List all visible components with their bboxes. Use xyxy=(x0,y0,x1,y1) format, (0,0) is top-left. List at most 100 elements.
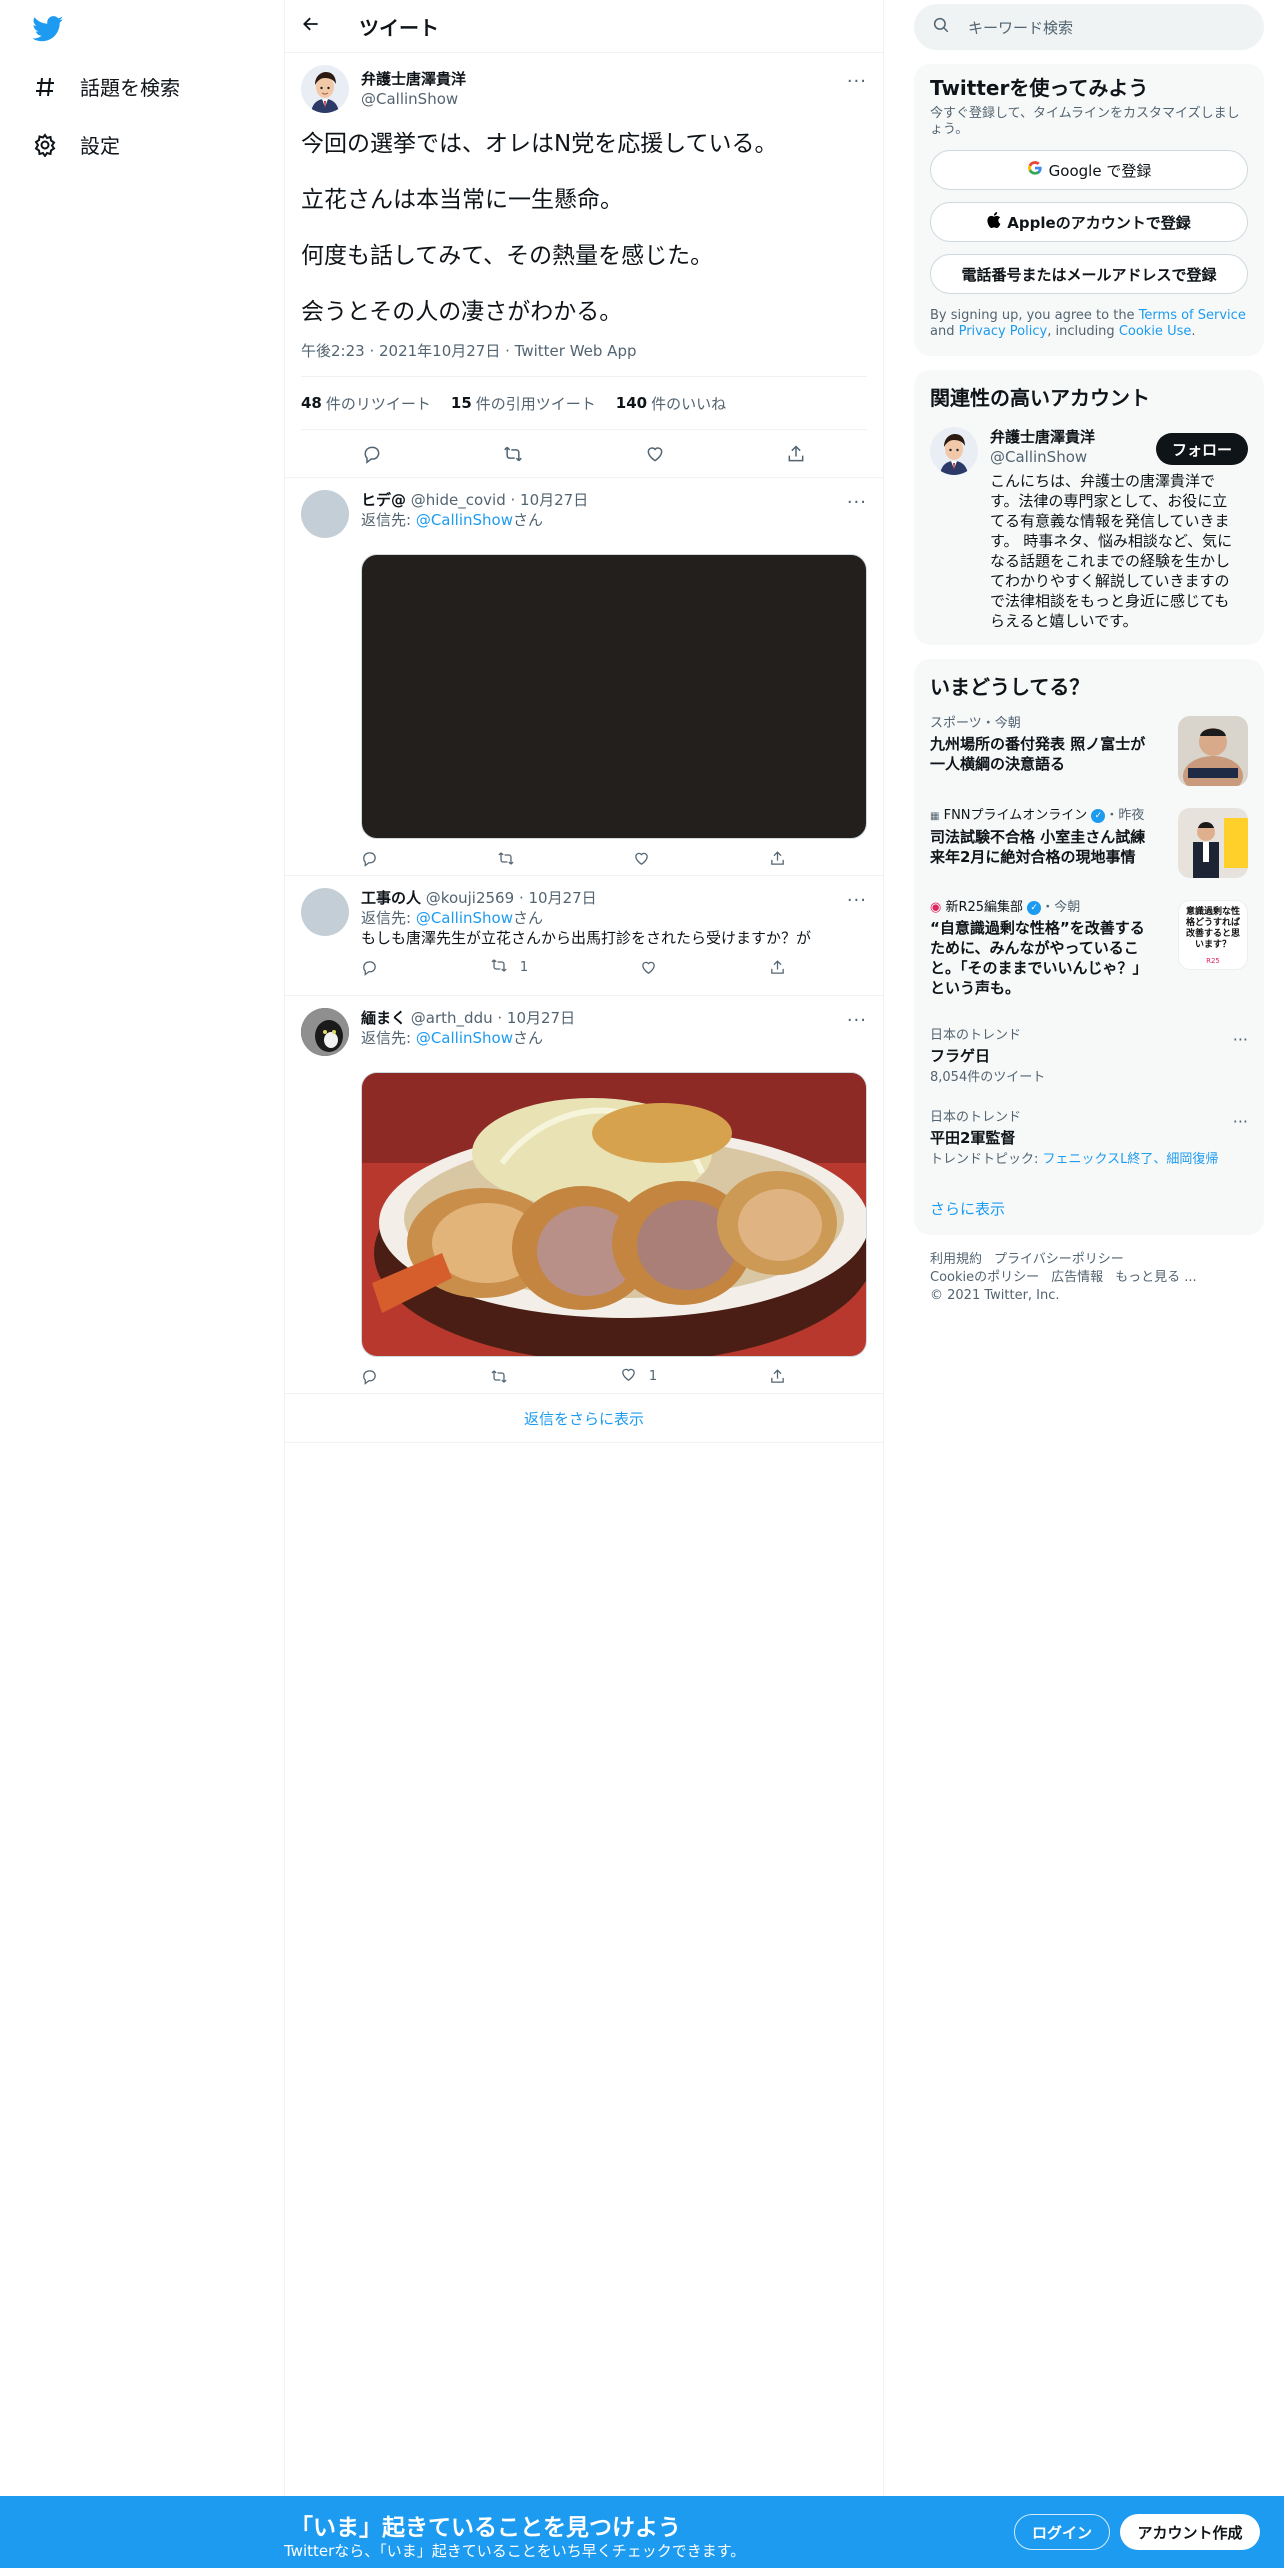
trends-title: いまどうしてる？ xyxy=(930,675,1090,699)
page-title: ツイート xyxy=(359,15,439,40)
reply-to-handle-link[interactable]: @CallinShow xyxy=(416,909,513,927)
more-options-icon[interactable]: ··· xyxy=(847,890,867,911)
reply-tweet[interactable]: ··· 工事の人 @kouji2569 · 10月27日 返信先: @Calli… xyxy=(285,876,883,996)
footer-more-link[interactable]: もっと見る ... xyxy=(1115,1270,1197,1285)
related-account[interactable]: 弁護士唐澤貴洋 @CallinShow こんにちは、弁護士の唐澤貴洋です。法律の… xyxy=(930,427,1248,631)
back-arrow-icon[interactable] xyxy=(301,14,331,39)
trend-text: 九州場所の番付発表 照ノ富士が一人横綱の決意語る xyxy=(930,735,1146,773)
share-icon[interactable] xyxy=(769,850,786,867)
share-icon[interactable] xyxy=(769,1368,786,1385)
trend-topic-link[interactable]: フェニックスL終了、細岡復帰 xyxy=(1043,1152,1219,1167)
trend-item[interactable]: ▦ FNNプライムオンライン ✓ ・昨夜 司法試験不合格 小室圭さん試練 来年2月… xyxy=(914,798,1264,890)
reply-media-image[interactable] xyxy=(361,1072,867,1357)
reply-author-name[interactable]: 緬まく xyxy=(361,1009,406,1027)
terms-link[interactable]: Terms of Service xyxy=(1139,308,1246,323)
retweet-icon[interactable] xyxy=(493,434,533,474)
reply-date[interactable]: 10月27日 xyxy=(520,491,588,509)
trend-item[interactable]: ◉ 新R25編集部 ✓ ・今朝 “自意識過剰な性格”を改善するために、みんながやっ… xyxy=(914,890,1264,1018)
related-title: 関連性の高いアカウント xyxy=(930,386,1150,410)
more-options-icon[interactable]: ··· xyxy=(847,1010,867,1031)
reply-author-handle[interactable]: @arth_ddu xyxy=(411,1009,493,1027)
thumbnail-brand: R25 xyxy=(1206,957,1220,965)
reply-to: 返信先: @CallinShowさん xyxy=(361,510,867,530)
trend-text: フラゲ日 xyxy=(930,1047,991,1065)
avatar[interactable] xyxy=(930,427,978,475)
tweet-source[interactable]: Twitter Web App xyxy=(515,342,637,360)
banner-title: 「いま」起きていることを見つけよう xyxy=(290,2515,681,2541)
login-button[interactable]: ログイン xyxy=(1014,2514,1110,2550)
retweet-icon[interactable] xyxy=(497,850,515,867)
reply-date[interactable]: 10月27日 xyxy=(528,889,596,907)
reply-author-name[interactable]: 工事の人 xyxy=(361,889,421,907)
more-options-icon[interactable]: ··· xyxy=(1233,1030,1248,1049)
avatar[interactable] xyxy=(301,65,349,113)
more-options-icon[interactable]: ··· xyxy=(1233,1112,1248,1131)
like-icon[interactable] xyxy=(640,959,657,976)
reply-author-name[interactable]: ヒデ@ xyxy=(361,491,406,509)
footer-privacy-link[interactable]: プライバシーポリシー xyxy=(994,1252,1124,1267)
trend-category: ▦ FNNプライムオンライン ✓ ・昨夜 xyxy=(930,808,1158,825)
tweet-time[interactable]: 午後2:23 xyxy=(301,342,365,360)
reply-to-handle-link[interactable]: @CallinShow xyxy=(416,1029,513,1047)
avatar[interactable] xyxy=(301,888,349,936)
footer-ads-link[interactable]: 広告情報 xyxy=(1051,1270,1103,1285)
google-signup-button[interactable]: Google で登録 xyxy=(930,150,1248,190)
twitter-logo-icon[interactable] xyxy=(32,16,64,42)
reply-text: もしも唐澤先生が立花さんから出馬打診をされたら受けますか？が xyxy=(361,929,812,947)
nav-explore[interactable]: 話題を検索 xyxy=(32,72,180,101)
trend-source: FNNプライムオンライン xyxy=(943,808,1088,823)
privacy-link[interactable]: Privacy Policy xyxy=(959,324,1048,339)
share-icon[interactable] xyxy=(769,959,786,976)
trend-item[interactable]: 日本のトレンド 平田2軍監督 トレンドトピック: フェニックスL終了、細岡復帰 … xyxy=(914,1100,1264,1182)
like-label[interactable]: 件のいいね xyxy=(651,393,726,414)
like-count[interactable]: 140 xyxy=(616,394,647,412)
retweet-label[interactable]: 件のリツイート xyxy=(326,393,431,414)
reply-actions: 1 xyxy=(361,948,786,986)
retweet-icon[interactable] xyxy=(490,1368,508,1385)
follow-button[interactable]: フォロー xyxy=(1155,433,1248,465)
signup-button[interactable]: アカウント作成 xyxy=(1120,2514,1260,2550)
reply-icon[interactable] xyxy=(361,850,378,867)
more-options-icon[interactable]: ··· xyxy=(847,71,867,92)
trend-item[interactable]: 日本のトレンド フラゲ日 8,054件のツイート ··· xyxy=(914,1018,1264,1100)
like-icon[interactable] xyxy=(633,850,650,867)
apple-signup-button[interactable]: Appleのアカウントで登録 xyxy=(930,202,1248,242)
more-options-icon[interactable]: ··· xyxy=(847,492,867,513)
reply-icon[interactable] xyxy=(361,1368,378,1385)
like-icon[interactable] xyxy=(635,434,675,474)
trends-show-more-link[interactable]: さらに表示 xyxy=(914,1182,1264,1219)
tweet-text-line: 何度も話してみて、その熱量を感じた。 xyxy=(301,243,714,269)
trend-item[interactable]: スポーツ・今朝 九州場所の番付発表 照ノ富士が一人横綱の決意語る xyxy=(914,706,1264,798)
reply-to-handle-link[interactable]: @CallinShow xyxy=(416,511,513,529)
avatar[interactable] xyxy=(301,1008,349,1056)
nav-settings[interactable]: 設定 xyxy=(32,130,120,159)
tweet-date[interactable]: 2021年10月27日 xyxy=(379,342,500,360)
reply-media-image[interactable] xyxy=(361,554,867,839)
quote-label[interactable]: 件の引用ツイート xyxy=(476,393,596,414)
show-more-replies-button[interactable]: 返信をさらに表示 xyxy=(285,1394,883,1443)
reply-icon[interactable] xyxy=(361,959,378,976)
thumbnail-text: 意識過剰な性格どうすれば改善すると思います？ xyxy=(1185,907,1240,950)
reply-author-handle[interactable]: @kouji2569 xyxy=(426,889,514,907)
like-count: 1 xyxy=(648,1368,658,1384)
search-input[interactable]: キーワード検索 xyxy=(914,4,1264,50)
retweet-button[interactable]: 1 xyxy=(490,957,528,978)
quote-count[interactable]: 15 xyxy=(451,394,472,412)
reply-tweet[interactable]: ··· ヒデ@ @hide_covid · 10月27日 返信先: @Calli… xyxy=(285,478,883,876)
footer-cookie-link[interactable]: Cookieのポリシー xyxy=(930,1270,1039,1285)
retweet-count[interactable]: 48 xyxy=(301,394,322,412)
phone-email-signup-button[interactable]: 電話番号またはメールアドレスで登録 xyxy=(930,254,1248,294)
footer-terms-link[interactable]: 利用規約 xyxy=(930,1252,982,1267)
reply-to: 返信先: @CallinShowさん xyxy=(361,908,867,928)
reply-tweet[interactable]: ··· 緬まく @arth_ddu · 10月27日 返信先: @CallinS… xyxy=(285,996,883,1394)
tweet-author[interactable]: 弁護士唐澤貴洋 @CallinShow ··· xyxy=(301,65,867,113)
reply-date[interactable]: 10月27日 xyxy=(507,1009,575,1027)
reply-author-handle[interactable]: @hide_covid xyxy=(411,491,506,509)
share-icon[interactable] xyxy=(776,434,816,474)
avatar[interactable] xyxy=(301,490,349,538)
cookie-link[interactable]: Cookie Use xyxy=(1119,324,1192,339)
reply-to: 返信先: @CallinShowさん xyxy=(361,1028,867,1048)
like-button[interactable]: 1 xyxy=(620,1366,657,1387)
trend-topic-prefix: トレンドトピック: xyxy=(930,1152,1043,1167)
reply-icon[interactable] xyxy=(352,434,392,474)
